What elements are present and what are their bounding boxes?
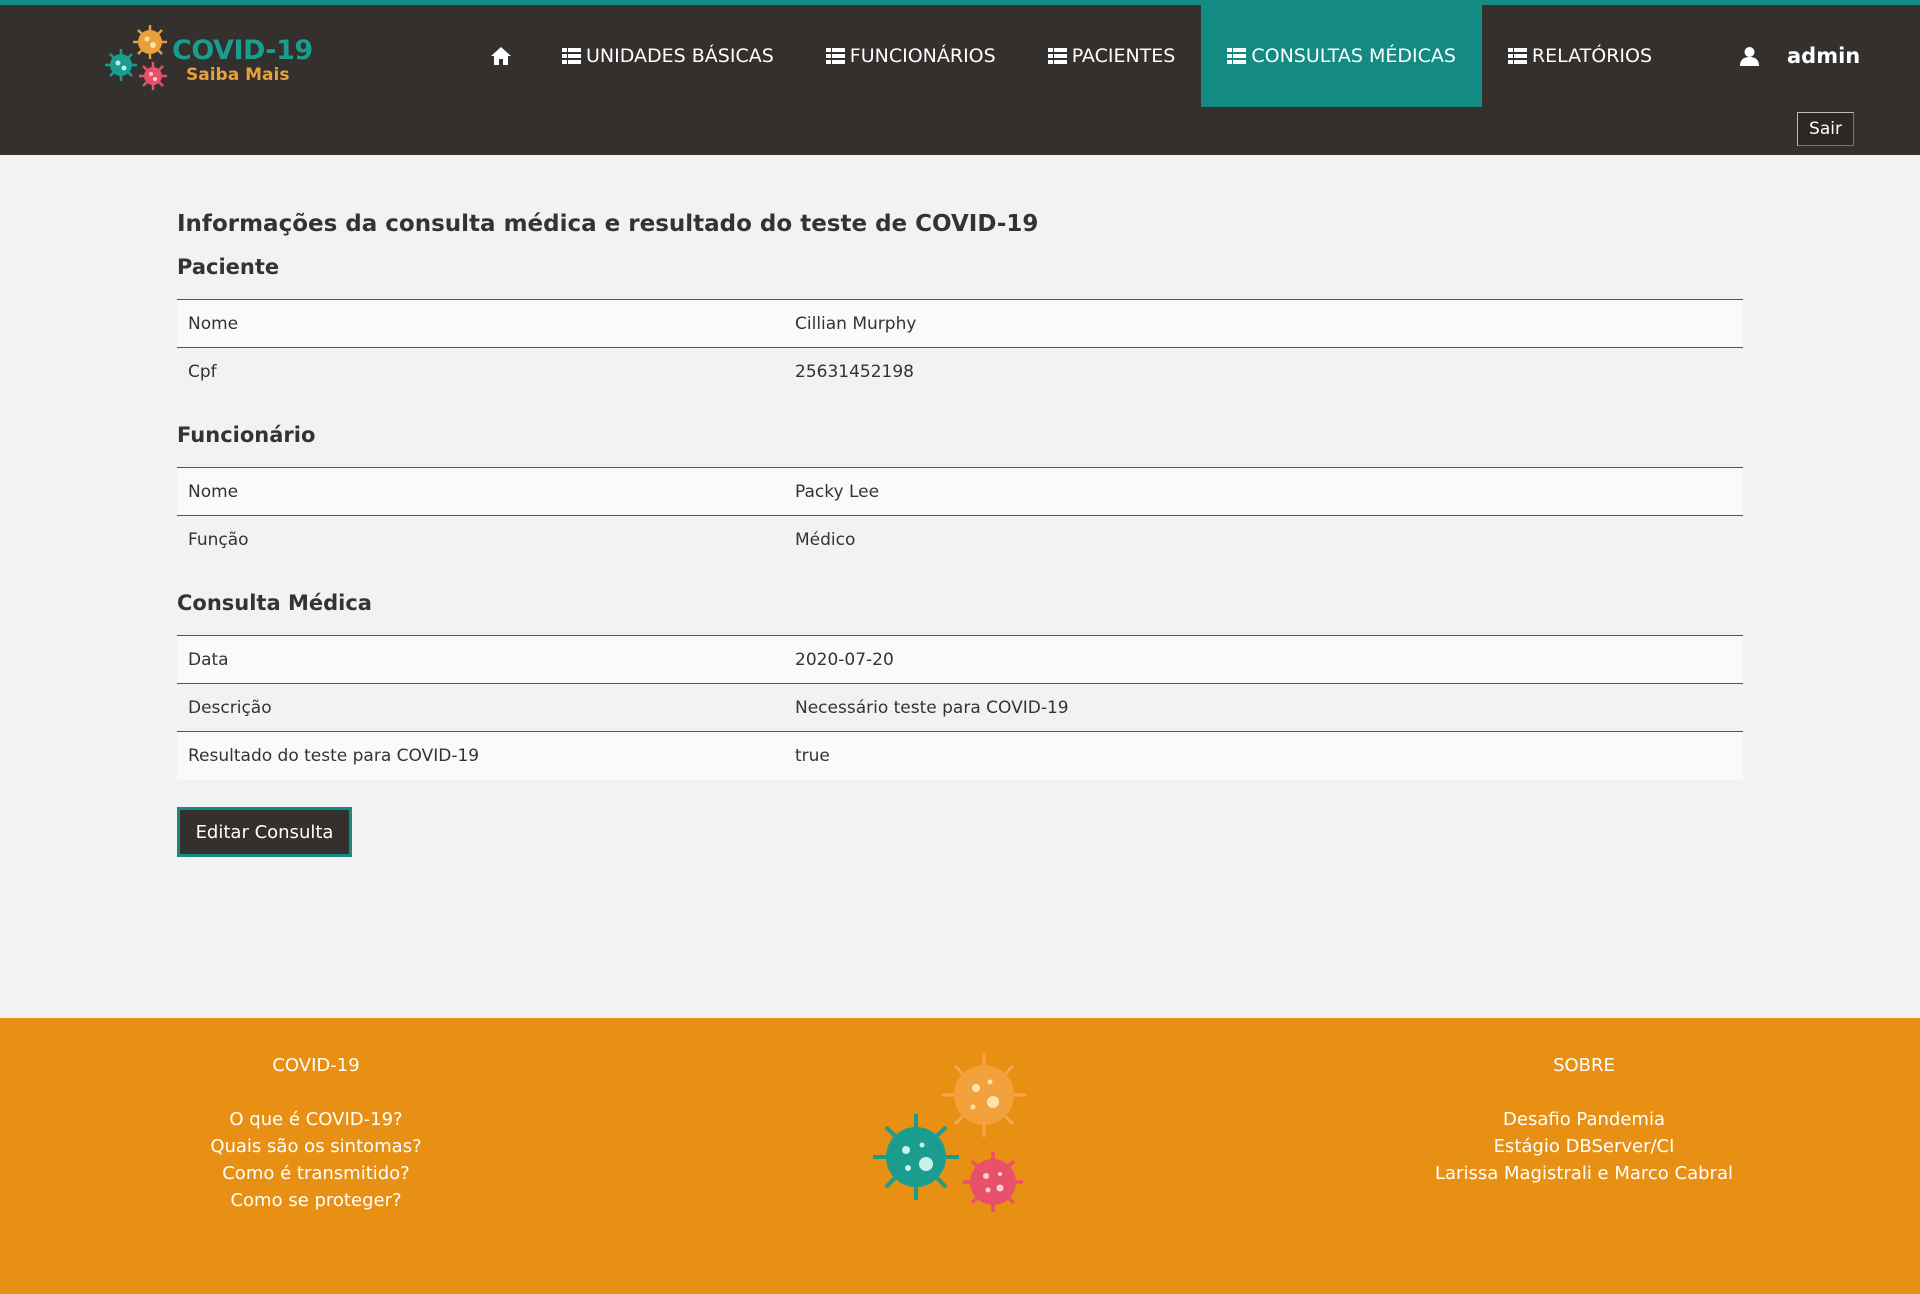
footer-heading-sobre: SOBRE	[1553, 1055, 1615, 1076]
main-nav: UNIDADES BÁSICAS FUNCIONÁRIOS PACIENTES …	[466, 5, 1678, 107]
nav-label: UNIDADES BÁSICAS	[586, 45, 774, 67]
nav-consultas-medicas[interactable]: CONSULTAS MÉDICAS	[1201, 5, 1482, 107]
row-value: 25631452198	[784, 347, 1743, 396]
row-value: Cillian Murphy	[784, 299, 1743, 348]
logout-button[interactable]: Sair	[1797, 112, 1854, 146]
row-key: Nome	[177, 467, 784, 516]
section-title-funcionario: Funcionário	[177, 423, 316, 447]
table-row: Nome Cillian Murphy	[177, 299, 1743, 348]
row-value: true	[784, 731, 1743, 780]
user-name: admin	[1787, 44, 1861, 68]
brand-subtitle: Saiba Mais	[186, 65, 290, 85]
list-icon	[825, 48, 845, 64]
virus-illustration-icon	[873, 1053, 1026, 1212]
user-menu[interactable]: admin	[1740, 5, 1860, 107]
brand-title: COVID-19	[172, 35, 313, 66]
row-value: Médico	[784, 515, 1743, 564]
footer: COVID-19 O que é COVID-19? Quais são os …	[0, 1018, 1920, 1294]
footer-sobre-line: Desafio Pandemia	[1503, 1109, 1665, 1130]
row-key: Resultado do teste para COVID-19	[177, 731, 784, 780]
table-row: Cpf 25631452198	[177, 347, 1743, 396]
nav-pacientes[interactable]: PACIENTES	[1022, 5, 1202, 107]
table-row: Resultado do teste para COVID-19 true	[177, 731, 1743, 780]
home-icon	[491, 47, 511, 65]
section-title-paciente: Paciente	[177, 255, 280, 279]
virus-logo-icon	[105, 25, 167, 90]
footer-heading-covid: COVID-19	[272, 1055, 360, 1076]
footer-link-symptoms[interactable]: Quais são os sintomas?	[116, 1133, 516, 1160]
row-value: 2020-07-20	[784, 635, 1743, 684]
footer-sobre-line: Estágio DBServer/CI	[1493, 1136, 1675, 1157]
footer-link-protection[interactable]: Como se proteger?	[116, 1187, 516, 1214]
row-key: Cpf	[177, 347, 784, 396]
nav-label: PACIENTES	[1071, 45, 1176, 67]
page-title: Informações da consulta médica e resulta…	[177, 211, 1039, 237]
row-value: Packy Lee	[784, 467, 1743, 516]
nav-label: FUNCIONÁRIOS	[849, 45, 996, 67]
nav-funcionarios[interactable]: FUNCIONÁRIOS	[800, 5, 1022, 107]
nav-unidades-basicas[interactable]: UNIDADES BÁSICAS	[536, 5, 800, 107]
footer-sobre-line: Larissa Magistrali e Marco Cabral	[1435, 1163, 1733, 1184]
paciente-table: Nome Cillian Murphy Cpf 25631452198	[177, 299, 1743, 396]
row-value: Necessário teste para COVID-19	[784, 683, 1743, 732]
table-row: Função Médico	[177, 515, 1743, 564]
consulta-table: Data 2020-07-20 Descrição Necessário tes…	[177, 635, 1743, 780]
top-navbar: COVID-19 Saiba Mais UNIDADES BÁSICAS FUN…	[0, 0, 1920, 155]
row-key: Nome	[177, 299, 784, 348]
list-icon	[562, 48, 581, 64]
row-key: Função	[177, 515, 784, 564]
table-row: Descrição Necessário teste para COVID-19	[177, 683, 1743, 732]
list-icon	[1227, 48, 1247, 64]
list-icon	[1047, 48, 1067, 64]
section-title-consulta: Consulta Médica	[177, 591, 372, 615]
nav-label: CONSULTAS MÉDICAS	[1251, 45, 1456, 67]
table-row: Nome Packy Lee	[177, 467, 1743, 516]
footer-link-transmission[interactable]: Como é transmitido?	[116, 1160, 516, 1187]
user-icon	[1740, 47, 1759, 66]
nav-label: RELATÓRIOS	[1531, 45, 1653, 67]
edit-consulta-button[interactable]: Editar Consulta	[177, 807, 352, 857]
brand-logo[interactable]: COVID-19 Saiba Mais	[104, 23, 314, 93]
funcionario-table: Nome Packy Lee Função Médico	[177, 467, 1743, 564]
row-key: Data	[177, 635, 784, 684]
nav-home[interactable]	[466, 5, 536, 107]
table-row: Data 2020-07-20	[177, 635, 1743, 684]
footer-sobre-column: SOBRE Desafio Pandemia Estágio DBServer/…	[1384, 1052, 1784, 1187]
nav-relatorios[interactable]: RELATÓRIOS	[1482, 5, 1678, 107]
footer-link-what-is[interactable]: O que é COVID-19?	[116, 1106, 516, 1133]
list-icon	[1507, 48, 1527, 64]
footer-covid-column: COVID-19 O que é COVID-19? Quais são os …	[116, 1052, 516, 1214]
row-key: Descrição	[177, 683, 784, 732]
